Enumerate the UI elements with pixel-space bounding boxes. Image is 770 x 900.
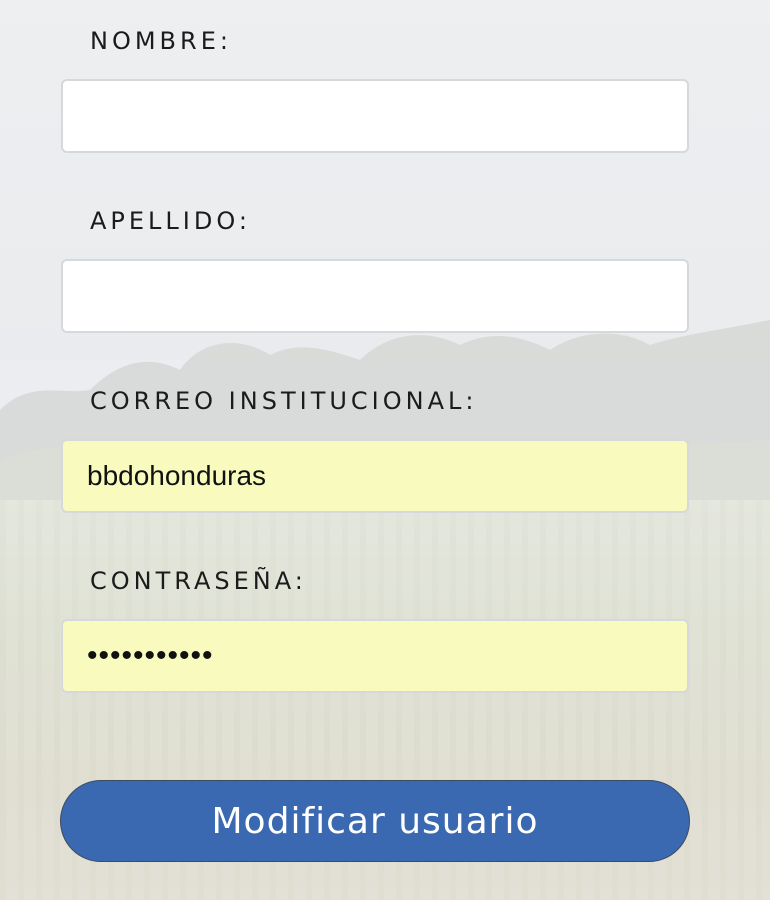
nombre-input[interactable] [61,79,689,153]
contrasena-input[interactable] [61,619,689,693]
user-edit-form: NOMBRE: APELLIDO: CORREO INSTITUCIONAL: … [0,0,770,900]
contrasena-label: CONTRASEÑA: [90,567,307,595]
apellido-input[interactable] [61,259,689,333]
apellido-label: APELLIDO: [90,207,251,235]
nombre-label: NOMBRE: [90,27,232,55]
correo-input[interactable] [61,439,689,513]
modificar-usuario-button[interactable]: Modificar usuario [60,780,690,862]
correo-label: CORREO INSTITUCIONAL: [90,387,478,415]
